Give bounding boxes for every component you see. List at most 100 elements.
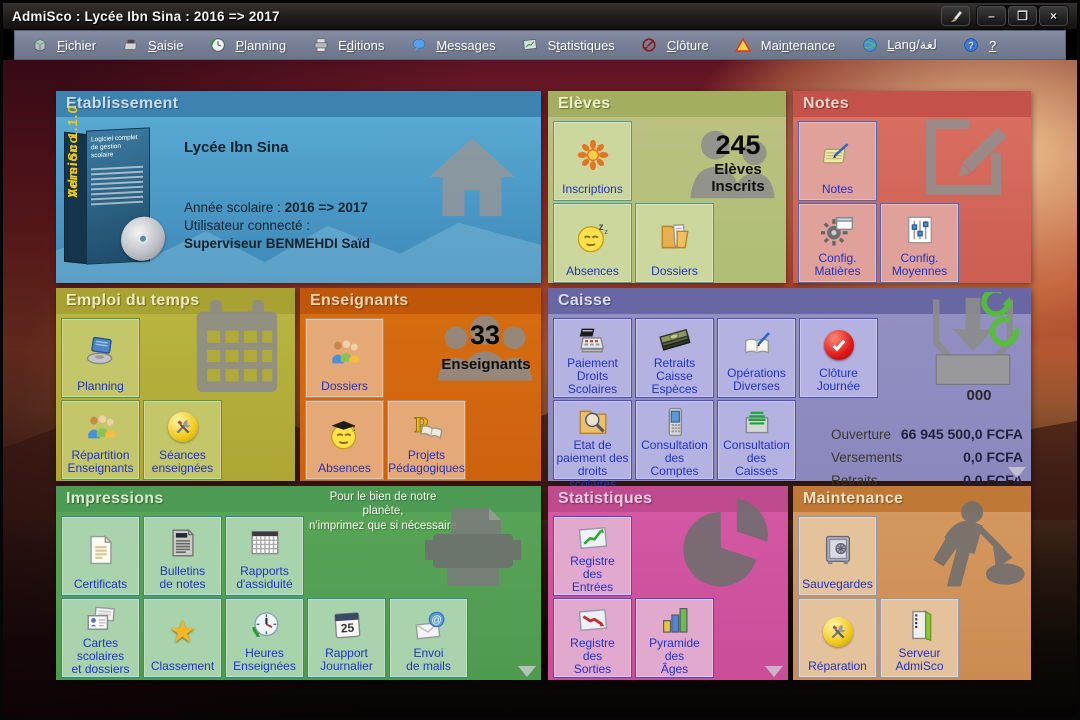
safe-icon bbox=[821, 517, 855, 578]
tile-retraits-caisse-especes[interactable]: Retraits Caisse Espèces bbox=[635, 318, 714, 398]
folder-search-icon bbox=[576, 401, 610, 439]
doc-dark-icon bbox=[166, 517, 200, 565]
menu-item-editions[interactable]: Editions bbox=[312, 37, 384, 54]
star-icon: ★ bbox=[169, 599, 197, 660]
tile-label: Retraits Caisse Espèces bbox=[651, 357, 697, 400]
tile-certificats[interactable]: Certificats bbox=[61, 516, 140, 596]
doc-icon bbox=[84, 517, 118, 578]
register-icon bbox=[576, 319, 610, 357]
minimize-button[interactable]: – bbox=[977, 6, 1006, 26]
server-icon bbox=[903, 599, 937, 647]
bookpen-icon bbox=[740, 319, 774, 367]
brush-icon[interactable] bbox=[941, 6, 970, 26]
tile-envoi-de-mails[interactable]: @Envoi de mails bbox=[389, 598, 468, 678]
tile-inscriptions[interactable]: Inscriptions bbox=[553, 121, 632, 201]
tile-bulletins-de-notes[interactable]: Bulletins de notes bbox=[143, 516, 222, 596]
flower-icon bbox=[576, 122, 610, 183]
window-title: AdmiSco : Lycée Ibn Sina : 2016 => 2017 bbox=[3, 9, 280, 24]
menu-item-messages[interactable]: Messages bbox=[410, 37, 495, 54]
summary-row-versements: Versements0,0 FCFA bbox=[831, 449, 1023, 472]
tile-pyramide-des-ages[interactable]: Pyramide des Âges bbox=[635, 598, 714, 678]
people-icon bbox=[328, 319, 362, 380]
tile-heures-enseignees[interactable]: Heures Enseignées bbox=[225, 598, 304, 678]
menu-item-planning[interactable]: Planning bbox=[209, 37, 286, 54]
tile-rapport-journalier[interactable]: 25Rapport Journalier bbox=[307, 598, 386, 678]
tile-label: Registre des Entrées bbox=[570, 555, 615, 598]
panel-etablissement: Etablissement AdmiSco Version 1.1.0 Logi… bbox=[56, 91, 541, 283]
tile-planning[interactable]: Planning bbox=[61, 318, 140, 398]
tile-config-moyennes[interactable]: Config. Moyennes bbox=[880, 203, 959, 283]
tile-etat-de-paiement-des-droits-scolaires[interactable]: Etat de paiement des droits scolaires bbox=[553, 400, 632, 480]
tile-cartes-scolaires-et-dossiers[interactable]: Cartes scolaires et dossiers bbox=[61, 598, 140, 678]
panel-etablissement-title: Etablissement bbox=[56, 91, 541, 117]
tile-seances-enseignees[interactable]: Séances enseignées bbox=[143, 400, 222, 480]
more-indicator-icon[interactable] bbox=[765, 666, 783, 677]
menu-item-label: Saisie bbox=[148, 38, 183, 53]
tile-registre-des-sorties[interactable]: Registre des Sorties bbox=[553, 598, 632, 678]
maximize-button[interactable]: ❒ bbox=[1008, 6, 1037, 26]
menu-item-maintenance[interactable]: Maintenance bbox=[735, 37, 835, 54]
menu-item-lang[interactable]: Lang/لغة bbox=[861, 37, 937, 54]
svg-text:z: z bbox=[598, 221, 603, 232]
tile-config-matieres[interactable]: Config. Matières bbox=[798, 203, 877, 283]
menu-item-label: Editions bbox=[338, 38, 384, 53]
people-icon bbox=[84, 401, 118, 449]
tile-classement[interactable]: ★Classement bbox=[143, 598, 222, 678]
more-indicator-icon[interactable] bbox=[1008, 467, 1026, 478]
menu-item-cloture[interactable]: Clôture bbox=[641, 37, 709, 54]
panel-enseignants: Enseignants 33 Enseignants Dossiers zAbs… bbox=[300, 288, 541, 481]
globe-icon bbox=[861, 37, 878, 54]
tile-serveur-admisco[interactable]: Serveur AdmiSco bbox=[880, 598, 959, 678]
tile-operations-diverses[interactable]: Opérations Diverses bbox=[717, 318, 796, 398]
tile-label: Séances enseignées bbox=[152, 449, 213, 479]
tile-label: Planning bbox=[77, 380, 124, 397]
tile-dossiers[interactable]: Dossiers bbox=[635, 203, 714, 283]
tile-registre-des-entrees[interactable]: Registre des Entrées bbox=[553, 516, 632, 596]
tile-consultation-des-comptes[interactable]: Consultation des Comptes bbox=[635, 400, 714, 480]
menu-item-saisie[interactable]: Saisie bbox=[122, 37, 183, 54]
tile-cloture-journee[interactable]: Clôture Journée bbox=[799, 318, 878, 398]
menu-item-label: ? bbox=[989, 38, 996, 53]
tile-absences[interactable]: zzAbsences bbox=[553, 203, 632, 283]
tile-repartition-enseignants[interactable]: Répartition Enseignants bbox=[61, 400, 140, 480]
tile-label: Opérations Diverses bbox=[727, 367, 786, 397]
clock-icon bbox=[248, 599, 282, 647]
folder-icon bbox=[658, 204, 692, 265]
tile-label: Notes bbox=[822, 183, 853, 200]
tile-label: Config. Matières bbox=[814, 252, 860, 282]
menu-item-[interactable]: ?? bbox=[963, 37, 996, 54]
user-value: Superviseur BENMEHDI Saïd bbox=[184, 236, 370, 251]
box-version: Version 1.1.0 bbox=[65, 104, 80, 198]
teachers-count-label: Enseignants bbox=[440, 356, 532, 373]
summary-label: Ouverture bbox=[831, 427, 891, 442]
panel-caisse: Caisse 000 Paiement Droits ScolairesRetr… bbox=[548, 288, 1031, 481]
tile-label: Projets Pédagogiques bbox=[388, 449, 465, 479]
tile-projets-pedagogiques[interactable]: PProjets Pédagogiques bbox=[387, 400, 466, 480]
tile-rapports-d-assiduite[interactable]: Rapports d'assiduité bbox=[225, 516, 304, 596]
year-label: Année scolaire : bbox=[184, 200, 285, 215]
cash-icon bbox=[658, 319, 692, 357]
more-indicator-icon[interactable] bbox=[518, 666, 536, 677]
menu-item-fichier[interactable]: Fichier bbox=[31, 37, 96, 54]
grid-icon bbox=[248, 517, 282, 565]
chart-down-icon bbox=[576, 599, 610, 637]
summary-value: 66 945 500,0 FCFA bbox=[901, 426, 1023, 442]
menu-item-statistiques[interactable]: Statistiques bbox=[522, 37, 615, 54]
summary-value: 0,0 FCFA bbox=[963, 449, 1023, 465]
panel-emploi-du-temps: Emploi du temps Planning Répartition Ens… bbox=[56, 288, 295, 481]
tile-consultation-des-caisses[interactable]: Consultation des Caisses bbox=[717, 400, 796, 480]
tile-paiement-droits-scolaires[interactable]: Paiement Droits Scolaires bbox=[553, 318, 632, 398]
tile-label: Consultation des Comptes bbox=[641, 439, 708, 482]
phone-icon bbox=[658, 401, 692, 439]
tile-reparation[interactable]: Réparation bbox=[798, 598, 877, 678]
tile-sauvegardes[interactable]: Sauvegardes bbox=[798, 516, 877, 596]
gear-icon bbox=[821, 204, 855, 252]
tile-label: Absences bbox=[318, 462, 371, 479]
tile-notes[interactable]: Notes bbox=[798, 121, 877, 201]
session-info: Année scolaire : 2016 => 2017 Utilisateu… bbox=[184, 199, 370, 254]
tile-dossiers[interactable]: Dossiers bbox=[305, 318, 384, 398]
close-button[interactable]: × bbox=[1039, 6, 1068, 26]
panel-statistiques: Statistiques Registre des Entrées Regist… bbox=[548, 486, 788, 680]
tile-absences[interactable]: zAbsences bbox=[305, 400, 384, 480]
summary-row-ouverture: Ouverture 66 945 500,0 FCFA bbox=[831, 426, 1023, 449]
